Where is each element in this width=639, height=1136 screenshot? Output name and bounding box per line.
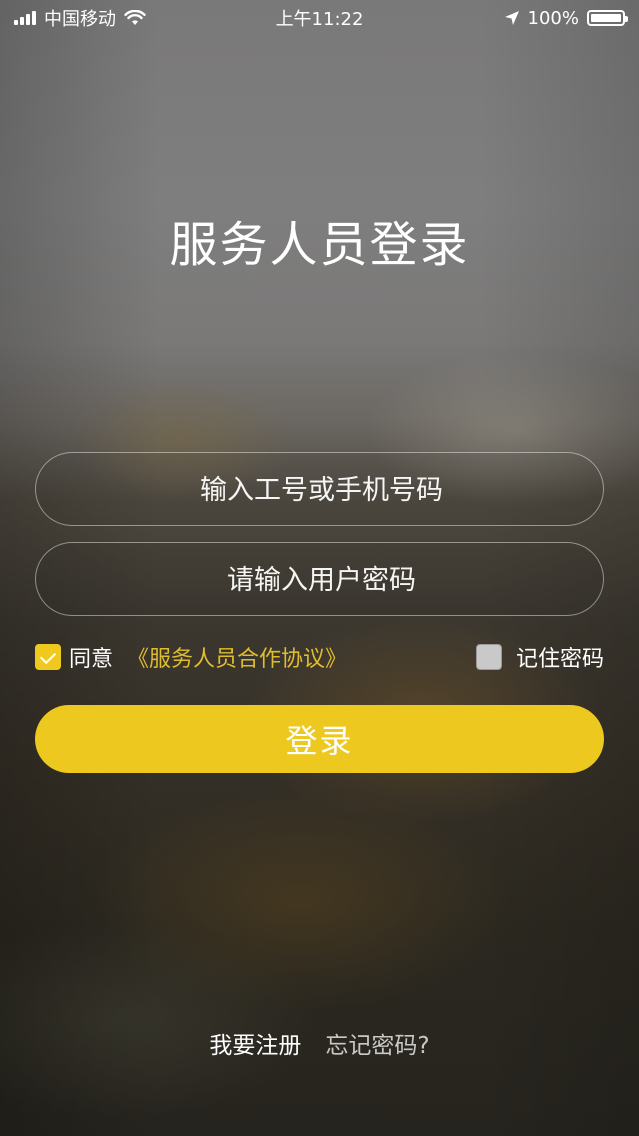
battery-level — [591, 14, 621, 22]
username-field[interactable] — [35, 452, 607, 527]
agree-label: 同意 — [69, 647, 114, 672]
signal-bars-icon — [14, 11, 36, 25]
agree-checkbox[interactable] — [35, 644, 61, 670]
remember-checkbox[interactable] — [475, 644, 502, 670]
status-left: 中国移动 — [14, 5, 146, 31]
carrier-name: 中国移动 — [44, 9, 116, 30]
wifi-icon — [124, 10, 146, 25]
options-row: 同意 《服务人员合作协议》 记住密码 — [35, 640, 604, 674]
battery-percent: 100% — [527, 7, 579, 29]
login-button[interactable]: 登录 — [35, 705, 604, 773]
status-right: 100% — [504, 7, 628, 29]
agree-group: 同意 《服务人员合作协议》 — [35, 641, 347, 673]
battery-icon — [587, 10, 628, 26]
password-field[interactable] — [35, 542, 607, 617]
remember-label[interactable]: 记住密码 — [516, 641, 604, 673]
page-title: 服务人员登录 — [169, 217, 470, 273]
username-input[interactable] — [36, 453, 607, 527]
status-bar: 中国移动 上午11:22 100% — [0, 0, 639, 36]
password-input[interactable] — [36, 543, 607, 617]
register-link[interactable]: 我要注册 — [209, 1026, 301, 1060]
agreement-link[interactable]: 《服务人员合作协议》 — [127, 641, 347, 673]
remember-group: 记住密码 — [475, 641, 604, 673]
footer-links: 我要注册 忘记密码? — [0, 1026, 639, 1060]
checkmark-icon — [39, 647, 57, 664]
location-arrow-icon — [504, 11, 519, 25]
forgot-password-link[interactable]: 忘记密码? — [325, 1026, 429, 1060]
status-time: 上午11:22 — [275, 9, 364, 30]
